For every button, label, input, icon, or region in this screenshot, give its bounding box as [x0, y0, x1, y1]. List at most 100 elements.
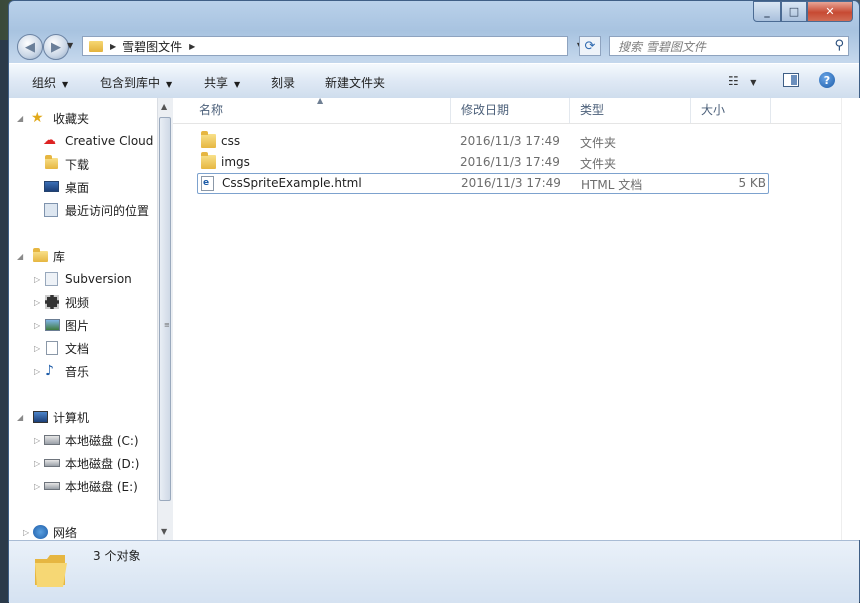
file-type: 文件夹 — [580, 157, 617, 171]
include-in-library-button[interactable]: 包含到库中 ▼ — [100, 74, 172, 91]
change-view-button[interactable]: ☷ ▼ — [728, 74, 756, 88]
nav-item-label: 音乐 — [65, 364, 90, 379]
address-bar[interactable]: ▶ 雪碧图文件 ▶ ▼ — [82, 36, 583, 56]
nav-item-label: 下载 — [65, 157, 90, 172]
grip-icon: ≡ — [164, 321, 170, 329]
close-button[interactable]: ✕ — [807, 1, 853, 22]
nav-network-label: 网络 — [53, 525, 78, 540]
caption-buttons: _ □ ✕ — [753, 1, 853, 22]
command-bar: 组织 ▼ 包含到库中 ▼ 共享 ▼ 刻录 新建文件夹 ☷ ▼ ? — [9, 63, 859, 99]
creative-cloud-icon: ☁ — [43, 133, 56, 148]
nav-network[interactable]: ▷ 网络 — [9, 522, 159, 542]
nav-item-documents[interactable]: ▷ 文档 — [9, 338, 159, 358]
help-icon: ? — [823, 73, 831, 87]
refresh-icon: ⟳ — [584, 38, 596, 54]
nav-computer[interactable]: ◢ 计算机 — [9, 407, 159, 427]
music-note-icon: ♪ — [45, 363, 54, 379]
downloads-folder-icon — [45, 155, 58, 169]
burn-button[interactable]: 刻录 — [271, 74, 295, 91]
file-modified: 2016/11/3 17:49 — [460, 155, 560, 169]
view-list-icon: ☷ — [728, 74, 739, 88]
preview-pane-button[interactable] — [783, 73, 799, 87]
chevron-down-icon: ▼ — [62, 80, 69, 89]
collapse-arrow-icon[interactable]: ◢ — [17, 252, 23, 261]
forward-button[interactable]: ▶ — [43, 34, 69, 60]
nav-libraries-label: 库 — [53, 249, 66, 264]
column-header-modified[interactable]: 修改日期 — [451, 98, 570, 123]
column-headers: ▲ 名称 修改日期 类型 大小 — [173, 96, 841, 124]
file-name: css — [221, 134, 241, 148]
nav-computer-label: 计算机 — [53, 410, 90, 425]
nav-item-subversion[interactable]: ▷ Subversion — [9, 269, 159, 289]
nav-item-label: 桌面 — [65, 180, 90, 195]
nav-item-label: 图片 — [65, 318, 90, 333]
minimize-button[interactable]: _ — [753, 1, 781, 22]
nav-item-music[interactable]: ▷ ♪ 音乐 — [9, 361, 159, 381]
chevron-down-icon: ▼ — [234, 80, 241, 89]
scroll-up-arrow-icon[interactable]: ▲ — [161, 102, 167, 111]
file-row-imgs[interactable]: imgs 2016/11/3 17:49 文件夹 — [197, 152, 769, 173]
nav-item-drive-e[interactable]: ▷ 本地磁盘 (E:) — [9, 476, 159, 496]
expand-arrow-icon[interactable]: ▷ — [34, 459, 40, 468]
file-row-css[interactable]: css 2016/11/3 17:49 文件夹 — [197, 131, 769, 152]
file-row-html[interactable]: e CssSpriteExample.html 2016/11/3 17:49 … — [197, 173, 769, 194]
search-box[interactable]: ⚲ — [609, 36, 849, 56]
refresh-button[interactable]: ⟳ — [579, 36, 601, 56]
nav-item-downloads[interactable]: 下载 — [9, 154, 159, 174]
nav-item-drive-d[interactable]: ▷ 本地磁盘 (D:) — [9, 453, 159, 473]
arrow-left-icon: ◀ — [25, 39, 35, 55]
expand-arrow-icon[interactable]: ▷ — [34, 436, 40, 445]
expand-arrow-icon[interactable]: ▷ — [34, 482, 40, 491]
back-button[interactable]: ◀ — [17, 34, 43, 60]
nav-favorites[interactable]: ◢ ★ 收藏夹 — [9, 108, 159, 128]
hard-drive-icon — [44, 482, 60, 490]
chevron-right-icon[interactable]: ▶ — [189, 42, 195, 51]
file-type: 文件夹 — [580, 136, 617, 150]
column-header-size[interactable]: 大小 — [691, 98, 771, 123]
column-header-name[interactable]: 名称 — [189, 98, 451, 123]
nav-item-desktop[interactable]: 桌面 — [9, 177, 159, 197]
nav-item-drive-c[interactable]: ▷ 本地磁盘 (C:) — [9, 430, 159, 450]
expand-arrow-icon[interactable]: ▷ — [23, 528, 29, 537]
file-name: CssSpriteExample.html — [222, 176, 362, 190]
maximize-button[interactable]: □ — [781, 1, 807, 22]
organize-button[interactable]: 组织 ▼ — [32, 74, 68, 91]
recent-pages-dropdown[interactable]: ▼ — [67, 41, 73, 50]
chevron-right-icon[interactable]: ▶ — [110, 42, 116, 51]
share-button[interactable]: 共享 ▼ — [204, 74, 240, 91]
nav-item-creative-cloud[interactable]: ☁ Creative Cloud — [9, 131, 159, 151]
system-drive-icon — [44, 435, 60, 445]
collapse-arrow-icon[interactable]: ◢ — [17, 413, 23, 422]
nav-item-label: 本地磁盘 (E:) — [65, 479, 138, 494]
nav-libraries[interactable]: ◢ 库 — [9, 246, 159, 266]
expand-arrow-icon[interactable]: ▷ — [34, 367, 40, 376]
expand-arrow-icon[interactable]: ▷ — [34, 298, 40, 307]
nav-item-pictures[interactable]: ▷ 图片 — [9, 315, 159, 335]
scrollbar-thumb[interactable]: ≡ — [159, 117, 171, 501]
expand-arrow-icon[interactable]: ▷ — [34, 321, 40, 330]
nav-item-videos[interactable]: ▷ 视频 — [9, 292, 159, 312]
new-folder-button[interactable]: 新建文件夹 — [325, 74, 385, 91]
nav-item-label: 视频 — [65, 295, 90, 310]
expand-arrow-icon[interactable]: ▷ — [34, 275, 40, 284]
help-button[interactable]: ? — [819, 72, 835, 88]
breadcrumb-current[interactable]: 雪碧图文件 — [122, 38, 182, 55]
collapse-arrow-icon[interactable]: ◢ — [17, 114, 23, 123]
navigation-pane-scrollbar[interactable]: ▲ ≡ ▼ — [157, 98, 173, 540]
computer-icon — [33, 411, 48, 423]
scroll-down-arrow-icon[interactable]: ▼ — [161, 527, 167, 536]
column-header-type[interactable]: 类型 — [570, 98, 691, 123]
chevron-down-icon: ▼ — [166, 80, 173, 89]
hard-drive-icon — [44, 459, 60, 467]
expand-arrow-icon[interactable]: ▷ — [34, 344, 40, 353]
nav-item-recent-places[interactable]: 最近访问的位置 — [9, 200, 159, 220]
search-icon[interactable]: ⚲ — [834, 38, 844, 53]
search-input[interactable] — [616, 38, 826, 56]
html-document-icon: e — [201, 176, 214, 191]
file-type: HTML 文档 — [581, 178, 643, 192]
organize-label: 组织 — [32, 76, 57, 90]
explorer-window: _ □ ✕ ◀ ▶ ▼ ▶ 雪碧图文件 ▶ ▼ ⟳ ⚲ 组织 ▼ — [8, 0, 860, 603]
item-count: 3 个对象 — [93, 549, 141, 563]
nav-favorites-label: 收藏夹 — [53, 111, 90, 126]
file-list-view[interactable]: ▲ 名称 修改日期 类型 大小 css 2016/11/3 17:49 文件夹 … — [173, 96, 841, 540]
